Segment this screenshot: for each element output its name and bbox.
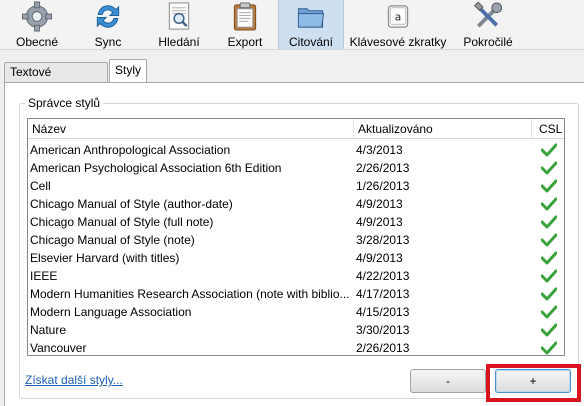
table-row[interactable]: Modern Humanities Research Association (… (28, 285, 564, 303)
table-row[interactable]: American Anthropological Association 4/3/… (28, 141, 564, 159)
toolbar-label: Hledání (158, 35, 200, 49)
checkmark-icon (541, 305, 557, 319)
table-row[interactable]: Chicago Manual of Style (author-date) 4/9… (28, 195, 564, 213)
gear-icon (21, 1, 53, 32)
style-name: Chicago Manual of Style (author-date) (30, 197, 233, 211)
style-updated: 4/9/2013 (356, 215, 403, 229)
style-updated: 4/22/2013 (356, 269, 410, 283)
toolbar-tab-shortcuts[interactable]: a Klávesové zkratky (344, 0, 452, 49)
checkmark-icon (541, 287, 557, 301)
table-row[interactable]: Nature 3/30/2013 (28, 321, 564, 339)
checkmark-icon (541, 323, 557, 337)
styles-list[interactable]: Název Aktualizováno CSL American Anthrop… (27, 118, 565, 356)
style-name: Modern Humanities Research Association (… (30, 287, 350, 301)
style-name: Nature (30, 323, 67, 337)
toolbar-label: Klávesové zkratky (349, 35, 447, 49)
toolbar-tab-export[interactable]: Export (212, 0, 278, 49)
table-row[interactable]: Elsevier Harvard (with titles) 4/9/2013 (28, 249, 564, 267)
style-name: IEEE (30, 269, 58, 283)
style-updated: 4/9/2013 (356, 197, 403, 211)
tab-styles[interactable]: Styly (109, 59, 147, 82)
keyboard-key-icon: a (387, 5, 409, 28)
table-row[interactable]: Vancouver 2/26/2013 (28, 339, 564, 355)
style-updated: 4/9/2013 (356, 251, 403, 265)
group-title: Správce stylů (25, 96, 104, 110)
style-name: Chicago Manual of Style (full note) (30, 215, 214, 229)
toolbar-label: Citování (288, 35, 334, 49)
toolbar-label: Sync (94, 35, 122, 49)
toolbar-label: Export (227, 35, 263, 49)
column-header-updated[interactable]: Aktualizováno (354, 119, 532, 139)
checkmark-icon (541, 251, 557, 265)
column-header-csl[interactable]: CSL (532, 119, 564, 139)
table-row[interactable]: American Psychological Association 6th E… (28, 159, 564, 177)
toolbar-tab-sync[interactable]: Sync (70, 0, 146, 49)
style-name: Elsevier Harvard (with titles) (30, 251, 180, 265)
svg-text:a: a (395, 10, 402, 23)
style-name: Modern Language Association (30, 305, 192, 319)
style-updated: 2/26/2013 (356, 161, 410, 175)
checkmark-icon (541, 233, 557, 247)
tools-icon (474, 1, 503, 28)
checkmark-icon (541, 161, 557, 175)
column-header-name[interactable]: Název (28, 119, 354, 139)
style-updated: 4/17/2013 (356, 287, 410, 301)
toolbar-tab-cite[interactable]: Citování (278, 0, 344, 49)
sub-tabs: Textové procesory Styly (0, 58, 584, 97)
remove-style-button[interactable]: - (410, 369, 486, 393)
list-header: Název Aktualizováno CSL (28, 119, 564, 139)
style-updated: 4/15/2013 (356, 305, 410, 319)
style-updated: 4/3/2013 (356, 143, 403, 157)
table-row[interactable]: Cell 1/26/2013 (28, 177, 564, 195)
toolbar-tab-advanced[interactable]: Pokročilé (452, 0, 524, 49)
toolbar-label: Obecné (15, 35, 59, 49)
prefs-toolbar: Obecné Sync Hledání Export Citování a Kl… (0, 0, 584, 50)
toolbar-tab-general[interactable]: Obecné (4, 0, 70, 49)
style-updated: 1/26/2013 (356, 179, 410, 193)
checkmark-icon (541, 215, 557, 229)
style-updated: 2/26/2013 (356, 341, 410, 355)
add-style-button[interactable]: + (495, 369, 571, 393)
get-more-styles-link[interactable]: Získat další styly... (25, 373, 123, 387)
table-row[interactable]: Modern Language Association 4/15/2013 (28, 303, 564, 321)
checkmark-icon (541, 341, 557, 355)
sync-icon (96, 5, 120, 28)
style-updated: 3/30/2013 (356, 323, 410, 337)
table-row[interactable]: Chicago Manual of Style (note) 3/28/2013 (28, 231, 564, 249)
style-name: American Anthropological Association (30, 143, 231, 157)
checkmark-icon (541, 179, 557, 193)
checkmark-icon (541, 143, 557, 157)
style-name: Vancouver (30, 341, 87, 355)
table-row[interactable]: Chicago Manual of Style (full note) 4/9/2… (28, 213, 564, 231)
toolbar-label: Pokročilé (463, 35, 513, 49)
list-rows: American Anthropological Association 4/3/… (28, 141, 564, 355)
clipboard-icon (233, 2, 257, 31)
tab-word-processors[interactable]: Textové procesory (4, 62, 108, 97)
search-document-icon (168, 2, 190, 30)
checkmark-icon (541, 197, 557, 211)
style-name: Cell (30, 179, 51, 193)
csl-cell (533, 339, 564, 355)
folder-icon (297, 8, 325, 28)
table-row[interactable]: IEEE 4/22/2013 (28, 267, 564, 285)
style-updated: 3/28/2013 (356, 233, 410, 247)
style-name: American Psychological Association 6th E… (30, 161, 282, 175)
checkmark-icon (541, 269, 557, 283)
toolbar-tab-search[interactable]: Hledání (146, 0, 212, 49)
styles-panel: Správce stylů Název Aktualizováno CSL Am… (4, 82, 584, 406)
style-name: Chicago Manual of Style (note) (30, 233, 195, 247)
